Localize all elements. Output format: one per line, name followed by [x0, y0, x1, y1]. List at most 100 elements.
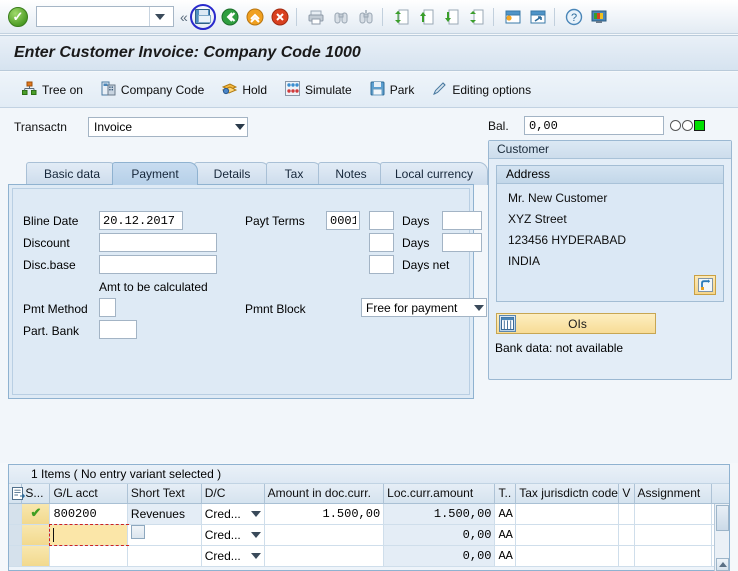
- command-field[interactable]: [36, 6, 174, 27]
- cell-loc-amount[interactable]: 0,00: [384, 546, 496, 566]
- command-history-chevron-icon[interactable]: [149, 7, 169, 26]
- col-v[interactable]: V: [619, 484, 635, 503]
- cell-gl-acct[interactable]: [50, 546, 128, 566]
- hold-button[interactable]: Hold: [214, 78, 275, 102]
- row-marker[interactable]: [9, 546, 23, 566]
- scrollbar-thumb[interactable]: [716, 505, 729, 531]
- transactn-select[interactable]: Invoice: [88, 117, 248, 137]
- payt-terms-input[interactable]: [326, 211, 360, 230]
- company-code-button[interactable]: Company Code: [93, 78, 212, 102]
- cell-tax[interactable]: AA: [495, 546, 517, 566]
- pmnt-block-select[interactable]: Free for payment: [361, 298, 487, 317]
- value-help-icon[interactable]: [130, 525, 145, 539]
- table-row[interactable]: ✔ 800200 Revenues Cred... 1.500,00 1.500…: [9, 504, 729, 525]
- cell-v[interactable]: [619, 546, 635, 566]
- row-status[interactable]: [22, 546, 51, 566]
- last-page-icon[interactable]: [466, 6, 488, 28]
- cell-gl-acct[interactable]: 800200: [50, 504, 128, 524]
- discount-input[interactable]: [99, 233, 217, 252]
- cell-tax-jur[interactable]: [516, 504, 620, 524]
- cell-tax[interactable]: AA: [495, 504, 517, 524]
- cell-short-text[interactable]: [127, 525, 202, 545]
- col-gl-acct[interactable]: G/L acct: [50, 484, 128, 503]
- table-row[interactable]: Cred... 0,00 AA: [9, 546, 729, 567]
- cell-tax[interactable]: AA: [495, 525, 517, 545]
- find-next-icon[interactable]: [355, 6, 377, 28]
- tab-tax[interactable]: Tax: [266, 162, 322, 185]
- cell-amount-doc[interactable]: 1.500,00: [264, 504, 385, 524]
- col-loc-amount[interactable]: Loc.curr.amount: [384, 484, 496, 503]
- help-icon[interactable]: ?: [563, 6, 585, 28]
- find-icon[interactable]: [330, 6, 352, 28]
- row-marker[interactable]: [9, 525, 23, 545]
- cell-dc[interactable]: Cred...: [201, 546, 265, 566]
- chevron-down-icon[interactable]: [250, 511, 261, 517]
- cell-short-text[interactable]: [127, 546, 202, 566]
- cell-assignment[interactable]: [634, 525, 713, 545]
- grid-vertical-scrollbar[interactable]: [714, 504, 729, 571]
- cell-v[interactable]: [619, 525, 635, 545]
- row-status[interactable]: [22, 525, 51, 545]
- row-status[interactable]: ✔: [22, 504, 51, 524]
- days1-percent-input[interactable]: [442, 211, 482, 230]
- days1-input[interactable]: [369, 211, 394, 230]
- disc-base-input[interactable]: [99, 255, 217, 274]
- cell-gl-acct[interactable]: [49, 524, 129, 546]
- col-tax-jur[interactable]: Tax jurisdictn code: [516, 484, 620, 503]
- cell-v[interactable]: [619, 504, 635, 524]
- cell-amount-doc[interactable]: [264, 546, 385, 566]
- chevron-down-icon[interactable]: [235, 124, 245, 130]
- col-end[interactable]: [712, 484, 729, 503]
- chevron-down-icon[interactable]: [250, 532, 261, 538]
- tab-payment[interactable]: Payment: [112, 162, 198, 185]
- create-session-icon[interactable]: [502, 6, 524, 28]
- tab-basic-data[interactable]: Basic data: [26, 162, 118, 185]
- days2-input[interactable]: [369, 233, 394, 252]
- tab-local-currency[interactable]: Local currency: [380, 162, 488, 185]
- row-marker[interactable]: [9, 504, 23, 524]
- cell-loc-amount[interactable]: 1.500,00: [384, 504, 496, 524]
- cell-short-text[interactable]: Revenues: [127, 504, 202, 524]
- back-icon[interactable]: [219, 6, 241, 28]
- tab-details[interactable]: Details: [194, 162, 270, 185]
- cell-dc[interactable]: Cred...: [201, 525, 265, 545]
- chevron-down-icon[interactable]: [250, 553, 261, 559]
- scroll-up-arrow-icon[interactable]: [716, 558, 729, 571]
- ok-check-icon[interactable]: ✓: [8, 6, 28, 27]
- command-input[interactable]: [37, 8, 149, 25]
- collapse-toolbar-icon[interactable]: «: [180, 9, 188, 25]
- cell-assignment[interactable]: [634, 504, 713, 524]
- exit-icon[interactable]: [244, 6, 266, 28]
- cancel-icon[interactable]: [269, 6, 291, 28]
- col-short-text[interactable]: Short Text: [128, 484, 202, 503]
- days2-percent-input[interactable]: [442, 233, 482, 252]
- tree-on-button[interactable]: Tree on: [14, 78, 91, 102]
- next-page-icon[interactable]: [441, 6, 463, 28]
- table-settings-icon[interactable]: [12, 487, 27, 502]
- cell-assignment[interactable]: [634, 546, 713, 566]
- address-detail-icon[interactable]: [694, 275, 716, 295]
- create-shortcut-icon[interactable]: [527, 6, 549, 28]
- save-icon[interactable]: [189, 3, 216, 30]
- cell-tax-jur[interactable]: [516, 525, 620, 545]
- open-items-button[interactable]: OIs: [496, 313, 656, 334]
- chevron-down-icon[interactable]: [474, 304, 484, 311]
- col-dc[interactable]: D/C: [202, 484, 265, 503]
- pmt-method-input[interactable]: [99, 298, 116, 317]
- customize-local-layout-icon[interactable]: [588, 6, 610, 28]
- first-page-icon[interactable]: [391, 6, 413, 28]
- days-net-input[interactable]: [369, 255, 394, 274]
- table-row[interactable]: Cred... 0,00 AA: [9, 524, 729, 546]
- tab-notes[interactable]: Notes: [318, 162, 384, 185]
- col-amount-doc[interactable]: Amount in doc.curr.: [265, 484, 385, 503]
- bline-date-input[interactable]: [99, 211, 183, 230]
- park-button[interactable]: Park: [362, 78, 423, 102]
- cell-amount-doc[interactable]: [264, 525, 385, 545]
- editing-options-button[interactable]: Editing options: [424, 78, 539, 102]
- print-icon[interactable]: [305, 6, 327, 28]
- simulate-button[interactable]: Simulate: [277, 78, 360, 102]
- col-assignment[interactable]: Assignment: [635, 484, 713, 503]
- part-bank-input[interactable]: [99, 320, 137, 339]
- balance-input[interactable]: [524, 116, 664, 135]
- cell-tax-jur[interactable]: [516, 546, 620, 566]
